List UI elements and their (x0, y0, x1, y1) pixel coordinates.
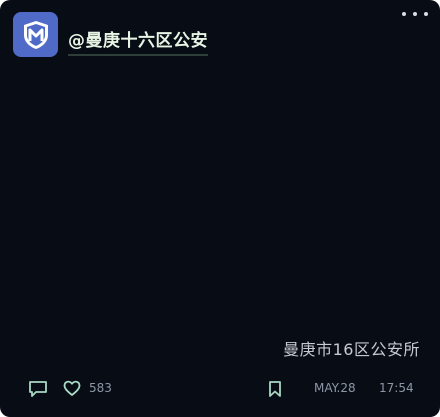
shield-m-icon (23, 20, 48, 49)
comment-icon[interactable] (28, 380, 48, 398)
heart-icon[interactable] (63, 380, 81, 397)
post-card: @曼庚十六区公安 曼庚市16区公安所 583 MAY.28 17:54 (0, 0, 440, 417)
post-caption: 曼庚市16区公安所 (283, 340, 420, 359)
post-date: MAY.28 (314, 381, 356, 395)
author-handle[interactable]: @曼庚十六区公安 (68, 30, 208, 56)
like-count: 583 (89, 381, 112, 395)
post-time: 17:54 (379, 381, 414, 395)
bookmark-icon[interactable] (268, 380, 282, 398)
post-footer: 583 MAY.28 17:54 (0, 376, 440, 402)
more-dots-icon[interactable] (402, 8, 428, 20)
avatar[interactable] (13, 12, 58, 57)
